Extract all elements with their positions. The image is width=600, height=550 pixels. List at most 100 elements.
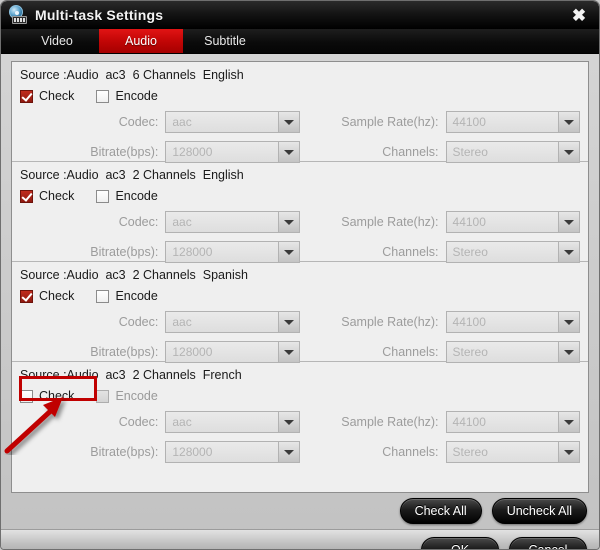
- bulk-action-bar: Check All Uncheck All: [1, 493, 599, 529]
- channels-select[interactable]: Stereo: [445, 441, 580, 463]
- audio-track-row: Source :Audio ac3 2 Channels French Chec…: [12, 362, 588, 463]
- bitrate-label: Bitrate(bps):: [90, 245, 159, 259]
- chevron-down-icon[interactable]: [558, 242, 579, 262]
- chevron-down-icon[interactable]: [558, 112, 579, 132]
- check-checkbox[interactable]: Check: [20, 289, 74, 303]
- codec-value: aac: [172, 115, 192, 129]
- bitrate-select[interactable]: 128000: [165, 441, 300, 463]
- codec-label: Codec:: [118, 115, 159, 129]
- cancel-button[interactable]: Cancel: [509, 536, 587, 549]
- check-all-button[interactable]: Check All: [399, 498, 482, 524]
- sample-rate-value: 44100: [452, 115, 486, 129]
- chevron-down-icon[interactable]: [277, 112, 299, 132]
- uncheck-all-button[interactable]: Uncheck All: [491, 498, 587, 524]
- sample-rate-select[interactable]: 44100: [445, 111, 580, 133]
- bitrate-select[interactable]: 128000: [165, 241, 300, 263]
- chevron-down-icon[interactable]: [277, 212, 299, 232]
- channels-select[interactable]: Stereo: [445, 141, 580, 163]
- encode-label: Encode: [115, 89, 158, 103]
- footer-bar: OK Cancel: [1, 529, 599, 549]
- bitrate-select[interactable]: 128000: [165, 141, 300, 163]
- checkbox-box-unchecked: [96, 189, 110, 203]
- checkbox-row: Check Encode: [20, 186, 580, 206]
- check-checkbox[interactable]: Check: [20, 89, 74, 103]
- multi-task-settings-window: Multi-task Settings ✖ Video Audio Subtit…: [0, 0, 600, 550]
- bitrate-label: Bitrate(bps):: [90, 145, 159, 159]
- chevron-down-icon[interactable]: [558, 212, 579, 232]
- check-label: Check: [39, 389, 75, 403]
- channels-value: Stereo: [452, 145, 488, 159]
- bitrate-value: 128000: [172, 245, 213, 259]
- bitrate-label: Bitrate(bps):: [90, 445, 159, 459]
- codec-sample-rate-row: Codec: aac Sample Rate(hz): 44100: [20, 309, 580, 335]
- check-checkbox[interactable]: Check: [20, 189, 74, 203]
- codec-select[interactable]: aac: [165, 311, 300, 333]
- source-label: Source :Audio ac3 6 Channels English: [20, 68, 244, 82]
- channels-label: Channels:: [382, 345, 439, 359]
- tab-video[interactable]: Video: [15, 29, 99, 53]
- codec-sample-rate-row: Codec: aac Sample Rate(hz): 44100: [20, 209, 580, 235]
- tab-subtitle[interactable]: Subtitle: [183, 29, 267, 53]
- sample-rate-value: 44100: [452, 215, 486, 229]
- sample-rate-select[interactable]: 44100: [445, 411, 580, 433]
- chevron-down-icon[interactable]: [558, 442, 579, 462]
- sample-rate-label: Sample Rate(hz):: [341, 115, 439, 129]
- body-area: Source :Audio ac3 6 Channels English Che…: [1, 54, 599, 493]
- encode-checkbox[interactable]: Encode: [96, 189, 158, 203]
- sample-rate-select[interactable]: 44100: [445, 311, 580, 333]
- chevron-down-icon[interactable]: [558, 342, 579, 362]
- chevron-down-icon[interactable]: [558, 142, 579, 162]
- audio-track-row: Source :Audio ac3 2 Channels Spanish Che…: [12, 262, 588, 363]
- source-label: Source :Audio ac3 2 Channels English: [20, 168, 244, 182]
- close-icon[interactable]: ✖: [568, 4, 590, 26]
- encode-checkbox: Encode: [96, 389, 158, 403]
- audio-track-row: Source :Audio ac3 6 Channels English Che…: [12, 62, 588, 163]
- checkbox-box-checked: [20, 89, 33, 103]
- chevron-down-icon[interactable]: [277, 142, 299, 162]
- codec-select[interactable]: aac: [165, 111, 300, 133]
- codec-select[interactable]: aac: [165, 411, 300, 433]
- tab-bar: Video Audio Subtitle: [1, 29, 599, 54]
- chevron-down-icon[interactable]: [558, 412, 579, 432]
- checkbox-box-checked: [20, 189, 33, 203]
- sample-rate-select[interactable]: 44100: [445, 211, 580, 233]
- checkbox-row: Check Encode: [20, 386, 580, 406]
- channels-label: Channels:: [382, 145, 439, 159]
- chevron-down-icon[interactable]: [277, 342, 299, 362]
- bitrate-value: 128000: [172, 445, 213, 459]
- bitrate-value: 128000: [172, 145, 213, 159]
- disc-film-icon: [8, 5, 28, 25]
- codec-select[interactable]: aac: [165, 211, 300, 233]
- chevron-down-icon[interactable]: [277, 312, 299, 332]
- encode-checkbox[interactable]: Encode: [96, 89, 158, 103]
- bitrate-select[interactable]: 128000: [165, 341, 300, 363]
- window-title: Multi-task Settings: [35, 7, 164, 23]
- chevron-down-icon[interactable]: [277, 412, 299, 432]
- checkbox-box-disabled: [96, 389, 110, 403]
- codec-value: aac: [172, 415, 192, 429]
- source-label: Source :Audio ac3 2 Channels Spanish: [20, 268, 248, 282]
- channels-select[interactable]: Stereo: [445, 241, 580, 263]
- audio-track-row: Source :Audio ac3 2 Channels English Che…: [12, 162, 588, 263]
- codec-label: Codec:: [118, 415, 159, 429]
- sample-rate-value: 44100: [452, 315, 486, 329]
- checkbox-row: Check Encode: [20, 286, 580, 306]
- source-label: Source :Audio ac3 2 Channels French: [20, 368, 242, 382]
- chevron-down-icon[interactable]: [558, 312, 579, 332]
- codec-value: aac: [172, 215, 192, 229]
- check-checkbox[interactable]: Check: [20, 389, 74, 403]
- codec-value: aac: [172, 315, 192, 329]
- channels-select[interactable]: Stereo: [445, 341, 580, 363]
- check-label: Check: [39, 189, 75, 203]
- audio-track-list: Source :Audio ac3 6 Channels English Che…: [11, 61, 589, 493]
- bitrate-label: Bitrate(bps):: [90, 345, 159, 359]
- encode-checkbox[interactable]: Encode: [96, 289, 158, 303]
- chevron-down-icon[interactable]: [277, 242, 299, 262]
- sample-rate-label: Sample Rate(hz):: [341, 215, 439, 229]
- tab-audio[interactable]: Audio: [99, 29, 183, 53]
- chevron-down-icon[interactable]: [277, 442, 299, 462]
- ok-button[interactable]: OK: [421, 536, 499, 549]
- check-label: Check: [39, 289, 75, 303]
- channels-label: Channels:: [382, 445, 439, 459]
- channels-label: Channels:: [382, 245, 439, 259]
